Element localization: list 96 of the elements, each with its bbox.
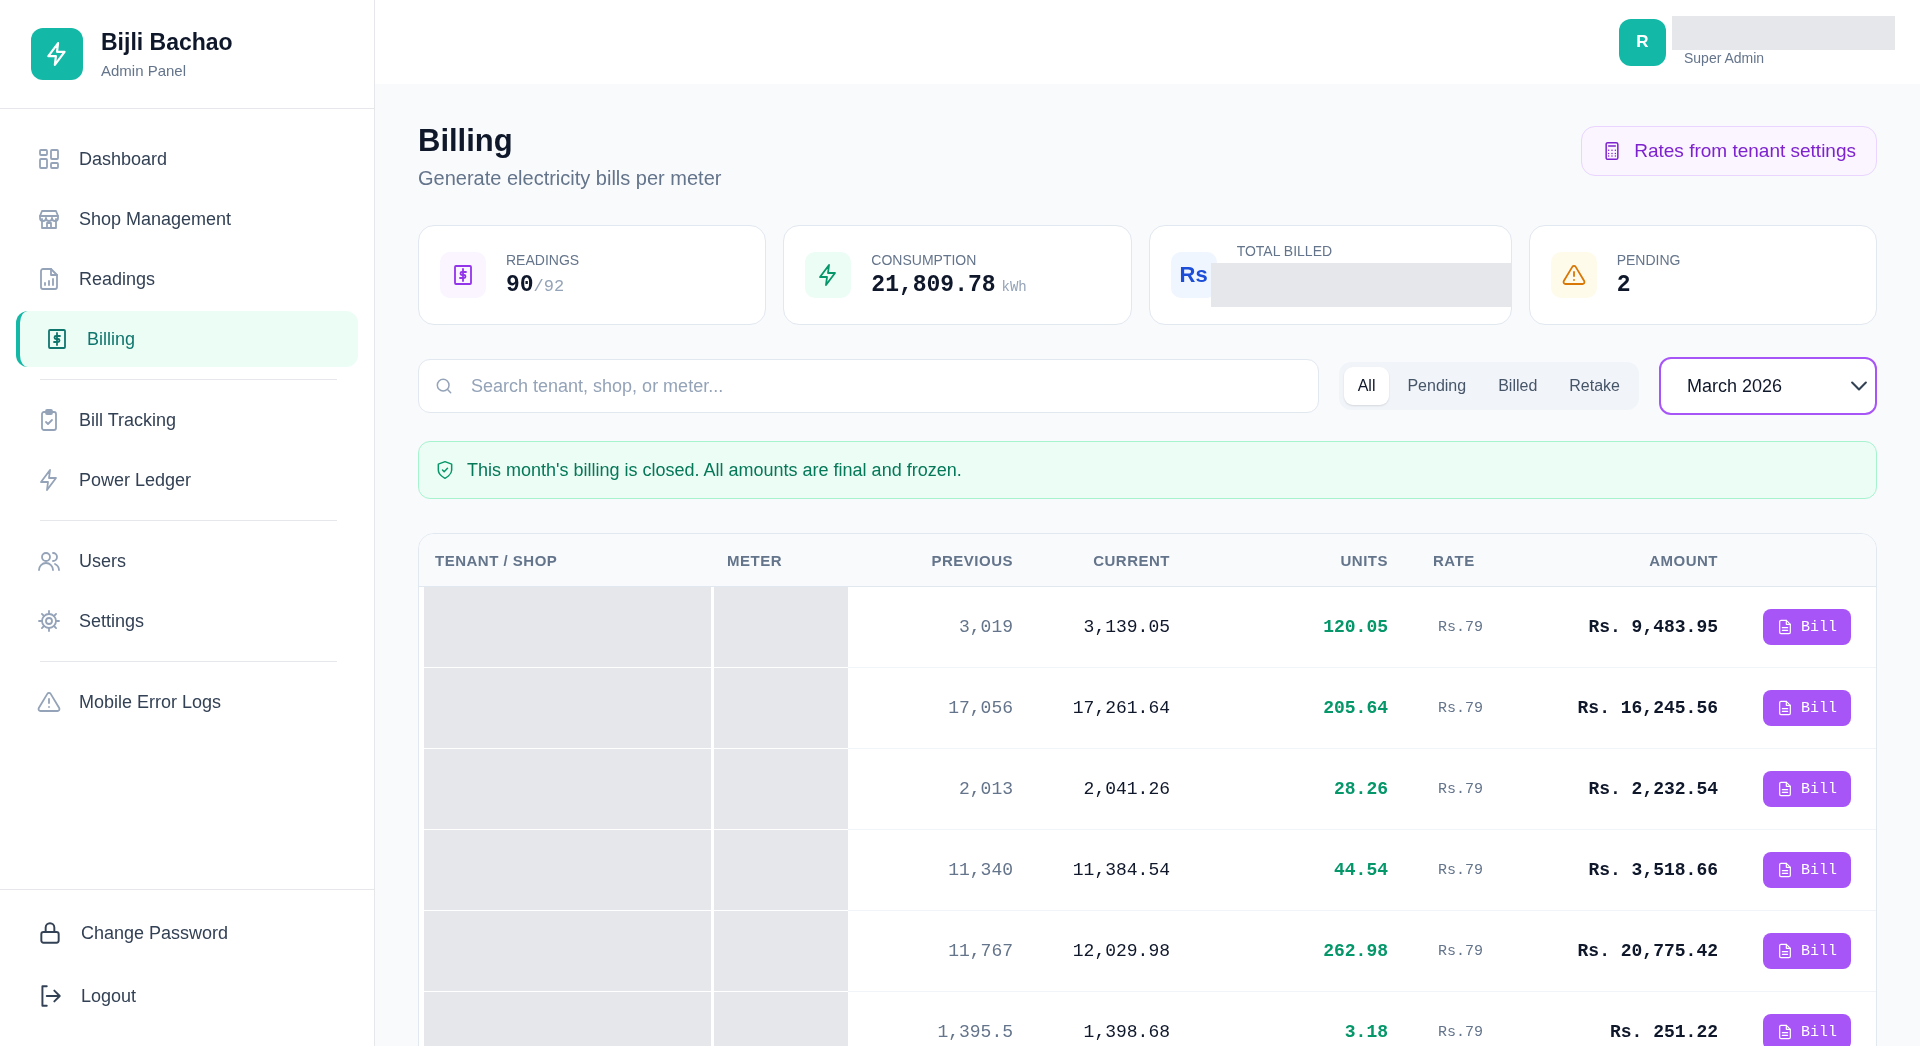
table-cell: 3,139.05 (1013, 587, 1170, 669)
bill-button[interactable]: Bill (1763, 852, 1851, 889)
brand-subtitle: Admin Panel (101, 62, 188, 79)
table-cell: Rs.79 (1388, 668, 1488, 750)
table-cell: 2,013 (848, 749, 1013, 831)
bill-button[interactable]: Bill (1763, 933, 1851, 970)
nav-item[interactable]: Power Ledger (0, 450, 374, 510)
table-cell: 205.64 (1170, 668, 1388, 750)
nav-item[interactable]: Billing (16, 311, 358, 367)
column-header: RATE (1432, 551, 1476, 569)
bill-button[interactable]: Bill (1763, 771, 1851, 808)
document-icon (1777, 943, 1793, 960)
column-header: PREVIOUS (930, 551, 1013, 569)
table-cell: 12,029.98 (1013, 911, 1170, 993)
column-header: CURRENT (1092, 551, 1170, 569)
table-cell: Rs. 16,245.56 (1488, 668, 1718, 750)
shield-icon (435, 460, 455, 481)
table-cell: 11,384.54 (1013, 830, 1170, 912)
stat-label: PENDING (1616, 252, 1681, 269)
stat-unit: /92 (533, 277, 565, 297)
nav-item[interactable]: Mobile Error Logs (0, 672, 374, 732)
warning-icon (1561, 263, 1586, 288)
stat-value: 21,809.78 (871, 272, 996, 299)
nav-item[interactable]: Users (0, 531, 374, 591)
document-icon (1777, 781, 1793, 798)
bill-button[interactable]: Bill (1763, 1014, 1851, 1046)
page-title: Billing (418, 122, 514, 160)
stat-label: READINGS (506, 252, 580, 269)
table-cell: 17,056 (848, 668, 1013, 750)
user-role: Super Admin (1683, 50, 1766, 66)
stat-unit: kWh (1001, 279, 1027, 296)
column-header: AMOUNT (1648, 551, 1718, 569)
currency-icon: Rs (1170, 252, 1217, 299)
table-cell: Rs. 251.22 (1488, 992, 1718, 1046)
logo-icon (31, 28, 83, 80)
table-cell: 44.54 (1170, 830, 1388, 912)
table-cell: 1,398.68 (1013, 992, 1170, 1046)
nav-item[interactable]: Dashboard (0, 129, 374, 189)
table-cell: 28.26 (1170, 749, 1388, 831)
chevron-down-icon (1851, 381, 1867, 392)
search-field[interactable]: Search tenant, shop, or meter... (418, 359, 1319, 414)
nav-item[interactable]: Readings (0, 249, 374, 309)
filter-tab[interactable]: Pending (1393, 367, 1481, 406)
table-cell: 2,041.26 (1013, 749, 1170, 831)
filter-tab[interactable]: Billed (1484, 367, 1552, 406)
nav-item[interactable]: Change Password (0, 903, 374, 963)
lock-icon (37, 920, 63, 946)
users-icon (37, 549, 61, 573)
bill-icon (451, 263, 475, 288)
dashboard-icon (37, 147, 61, 171)
month-select[interactable]: March 2026 (1659, 357, 1877, 416)
table-cell: 11,340 (848, 830, 1013, 912)
stat-value: 2 (1616, 272, 1631, 299)
table-cell: Rs. 3,518.66 (1488, 830, 1718, 912)
column-header: UNITS (1339, 551, 1388, 569)
table-cell: Rs.79 (1388, 911, 1488, 993)
table-cell: 120.05 (1170, 587, 1388, 669)
stat-value: 90 (506, 272, 534, 299)
stat-label: CONSUMPTION (871, 252, 978, 269)
table-cell: 1,395.5 (848, 992, 1013, 1046)
settings-icon (37, 609, 61, 633)
bill-icon (45, 327, 69, 351)
nav-item[interactable]: Shop Management (0, 189, 374, 249)
table-cell: Rs.79 (1388, 992, 1488, 1046)
stat-label: TOTAL BILLED (1236, 243, 1334, 260)
table-cell: 3.18 (1170, 992, 1388, 1046)
table-cell: Rs. 9,483.95 (1488, 587, 1718, 669)
document-icon (1777, 862, 1793, 879)
table-cell: 11,767 (848, 911, 1013, 993)
brand-name: Bijli Bachao (101, 29, 233, 56)
table-cell: 262.98 (1170, 911, 1388, 993)
nav-item[interactable]: Settings (0, 591, 374, 651)
document-icon (1777, 619, 1793, 636)
document-icon (1777, 1024, 1793, 1041)
filter-tab[interactable]: All (1343, 367, 1390, 406)
nav-item[interactable]: Logout (0, 966, 374, 1026)
rates-button[interactable]: Rates from tenant settings (1581, 126, 1877, 176)
table-cell: 17,261.64 (1013, 668, 1170, 750)
page-subtitle: Generate electricity bills per meter (418, 167, 722, 191)
notice-text: This month's billing is closed. All amounts are final and frozen. (467, 459, 962, 481)
filter-tab[interactable]: Retake (1555, 367, 1634, 406)
chart-file-icon (37, 267, 61, 291)
table-cell: 3,019 (848, 587, 1013, 669)
bill-button[interactable]: Bill (1763, 690, 1851, 727)
table-cell: Rs. 2,232.54 (1488, 749, 1718, 831)
document-icon (1777, 700, 1793, 717)
table-cell: Rs.79 (1388, 587, 1488, 669)
table-cell: Rs.79 (1388, 749, 1488, 831)
store-icon (37, 207, 61, 231)
nav-item[interactable]: Bill Tracking (0, 390, 374, 450)
column-header: METER (726, 551, 783, 569)
bill-button[interactable]: Bill (1763, 609, 1851, 646)
table-cell: Rs.79 (1388, 830, 1488, 912)
column-header: TENANT / SHOP (434, 551, 559, 569)
table-cell: Rs. 20,775.42 (1488, 911, 1718, 993)
warning-icon (37, 690, 61, 714)
